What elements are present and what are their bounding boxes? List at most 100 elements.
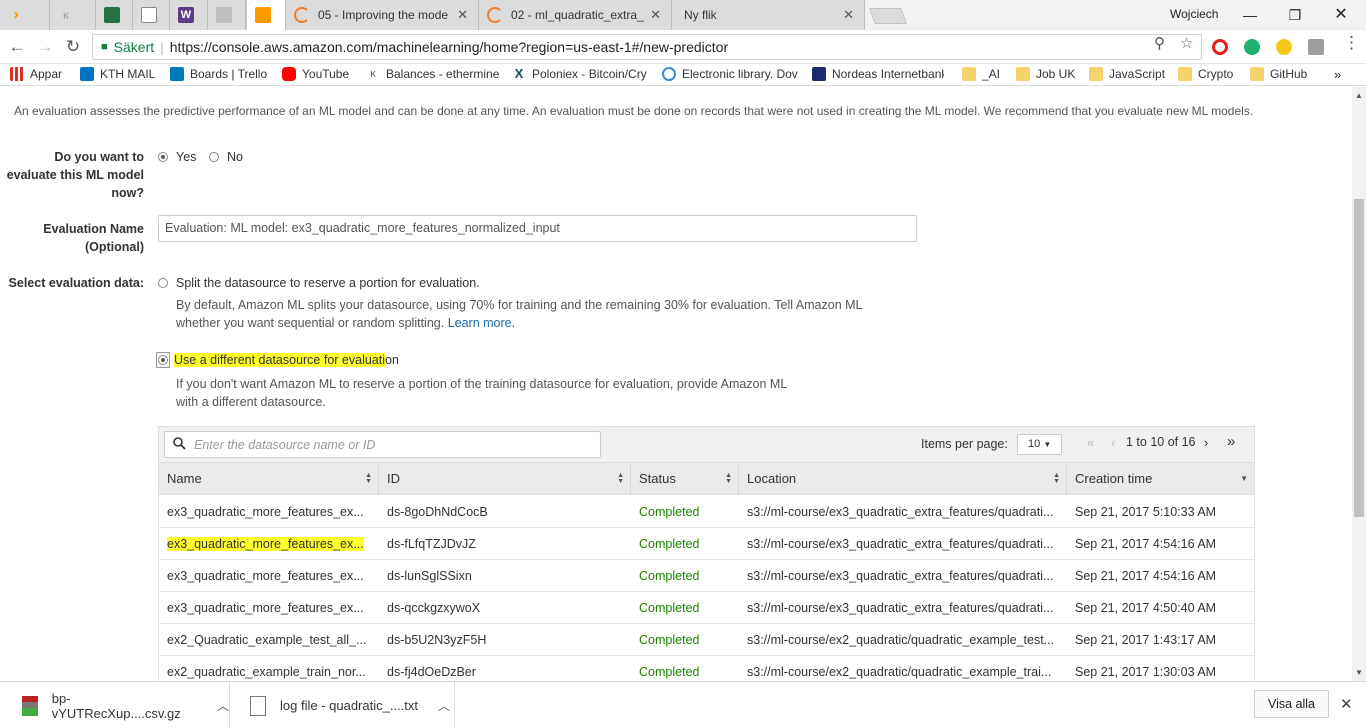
- table-row[interactable]: ex3_quadratic_more_features_ex... ds-fLfq…: [159, 528, 1254, 560]
- tab-3[interactable]: [133, 0, 170, 30]
- profile-name[interactable]: Wojciech: [1170, 7, 1218, 21]
- bookmark-apps[interactable]: Appar: [10, 67, 62, 81]
- header-creation-time[interactable]: Creation time ▼: [1067, 463, 1254, 495]
- bookmark-folder-ai[interactable]: _AI: [962, 67, 1000, 81]
- bookmark-nordea[interactable]: Nordeas Internetbank: [812, 67, 944, 81]
- datasource-search-input[interactable]: Enter the datasource name or ID: [164, 431, 601, 458]
- secure-label: Säkert: [113, 39, 155, 55]
- learn-more-link[interactable]: Learn more.: [448, 316, 515, 330]
- opera-extension-icon[interactable]: [1212, 39, 1228, 55]
- chevron-up-icon[interactable]: ︿: [438, 697, 450, 714]
- bookmark-star-icon[interactable]: ☆: [1180, 34, 1193, 52]
- tab-6-active[interactable]: [246, 0, 286, 30]
- radio-selected-icon[interactable]: [158, 152, 168, 162]
- split-option-label: Split the datasource to reserve a portio…: [176, 276, 480, 290]
- restore-icon[interactable]: ❐: [1272, 3, 1318, 27]
- search-placeholder: Enter the datasource name or ID: [194, 437, 376, 452]
- radio-icon[interactable]: [209, 152, 219, 162]
- table-row[interactable]: ex3_quadratic_more_features_ex... ds-lunS…: [159, 560, 1254, 592]
- menu-dots-icon[interactable]: ⋮: [1343, 33, 1360, 53]
- bookmark-label: Nordeas Internetbank: [832, 67, 944, 81]
- scroll-down-icon[interactable]: ▼: [1352, 668, 1366, 677]
- split-datasource-radio[interactable]: Split the datasource to reserve a portio…: [158, 276, 480, 290]
- table-row[interactable]: ex2_Quadratic_example_test_all_... ds-b5U…: [159, 624, 1254, 656]
- close-tab-icon[interactable]: ✕: [843, 7, 854, 23]
- back-icon[interactable]: ←: [6, 36, 28, 58]
- close-tab-icon[interactable]: ✕: [650, 7, 661, 23]
- sort-icon[interactable]: ▲ ▼: [617, 472, 624, 485]
- chat-extension-icon[interactable]: [1244, 39, 1260, 55]
- cell-created: Sep 21, 2017 4:50:40 AM: [1067, 592, 1254, 624]
- tab-0[interactable]: ›: [0, 0, 50, 30]
- close-downloads-icon[interactable]: ✕: [1340, 695, 1353, 713]
- name-text: ex3_quadratic_more_features_ex...: [167, 537, 364, 551]
- status-text: Completed: [639, 537, 700, 551]
- show-all-downloads-button[interactable]: Visa alla: [1254, 690, 1329, 718]
- bookmark-label: _AI: [982, 67, 1001, 81]
- last-page-icon[interactable]: »: [1227, 433, 1235, 450]
- header-name[interactable]: Name ▲ ▼: [159, 463, 379, 495]
- mail-extension-icon[interactable]: [1308, 39, 1324, 55]
- download-item[interactable]: log file - quadratic_....txt ︿: [230, 682, 455, 728]
- bookmark-folder-job-uk[interactable]: Job UK: [1016, 67, 1075, 81]
- download-item[interactable]: bp-vYUTRecXup....csv.gz ︿: [0, 682, 230, 728]
- minimize-icon[interactable]: —: [1227, 3, 1273, 27]
- aws-box-icon: [255, 7, 271, 23]
- yes-label: Yes: [176, 150, 197, 164]
- header-location[interactable]: Location ▲ ▼: [739, 463, 1067, 495]
- sort-icon[interactable]: ▲ ▼: [725, 472, 732, 485]
- table-row[interactable]: ex2_quadratic_example_train_nor... ds-fj4…: [159, 656, 1254, 681]
- radio-icon[interactable]: [158, 278, 168, 288]
- bookmark-label: Crypto: [1198, 67, 1234, 81]
- tab-improving-model[interactable]: 05 - Improving the mode ✕: [286, 0, 479, 30]
- cell-created: Sep 21, 2017 1:30:03 AM: [1067, 656, 1254, 681]
- items-per-page-select[interactable]: 10 ▼: [1017, 434, 1062, 455]
- sort-icon[interactable]: ▲ ▼: [365, 472, 372, 485]
- scroll-up-icon[interactable]: ▲: [1352, 91, 1366, 100]
- table-row[interactable]: ex3_quadratic_more_features_ex... ds-qcck…: [159, 592, 1254, 624]
- different-datasource-radio[interactable]: Use a different datasource for evaluatio…: [156, 352, 399, 368]
- zoom-icon[interactable]: ⚲: [1154, 34, 1165, 52]
- first-page-icon[interactable]: «: [1087, 435, 1094, 450]
- bookmark-kth-mail[interactable]: KTH MAIL: [80, 67, 155, 81]
- bookmark-folder-crypto[interactable]: Crypto: [1178, 67, 1233, 81]
- address-bar[interactable]: ■ Säkert | https://console.aws.amazon.co…: [92, 34, 1202, 60]
- close-window-icon[interactable]: ✕: [1318, 3, 1364, 27]
- more-bookmarks-icon[interactable]: »: [1334, 67, 1341, 82]
- close-tab-icon[interactable]: ✕: [457, 7, 468, 23]
- evaluate-no-radio[interactable]: No: [209, 150, 243, 164]
- weather-extension-icon[interactable]: [1276, 39, 1292, 55]
- bookmark-trello[interactable]: Boards | Trello: [170, 67, 267, 81]
- tab-5[interactable]: [208, 0, 246, 30]
- evaluate-yes-radio[interactable]: Yes: [158, 150, 196, 164]
- sort-desc-icon[interactable]: ▼: [1240, 475, 1248, 483]
- new-tab-button[interactable]: [869, 8, 907, 24]
- tab-ml-quadratic[interactable]: 02 - ml_quadratic_extra_ ✕: [479, 0, 672, 30]
- bookmark-poloniex[interactable]: X Poloniex - Bitcoin/Cry: [512, 67, 647, 82]
- header-status[interactable]: Status ▲ ▼: [631, 463, 739, 495]
- next-page-icon[interactable]: ›: [1204, 435, 1208, 450]
- bookmark-youtube[interactable]: YouTube: [282, 67, 349, 81]
- page-scrollbar[interactable]: ▲ ▼: [1352, 87, 1366, 681]
- header-id[interactable]: ID ▲ ▼: [379, 463, 631, 495]
- bookmark-electronic-library[interactable]: Electronic library. Dov: [662, 67, 798, 81]
- prev-page-icon[interactable]: ‹: [1111, 435, 1115, 450]
- table-row[interactable]: ex3_quadratic_more_features_ex... ds-8goD…: [159, 496, 1254, 528]
- scrollbar-thumb[interactable]: [1354, 199, 1364, 517]
- bookmark-folder-github[interactable]: GitHub: [1250, 67, 1307, 81]
- tab-1[interactable]: ĸ: [50, 0, 96, 30]
- sort-icon[interactable]: ▲ ▼: [1053, 472, 1060, 485]
- bookmark-ethermine[interactable]: ĸ Balances - ethermine: [366, 67, 499, 81]
- bookmark-folder-javascript[interactable]: JavaScript: [1089, 67, 1165, 81]
- forward-icon[interactable]: →: [34, 36, 56, 58]
- tab-4[interactable]: W: [170, 0, 208, 30]
- tab-new[interactable]: Ny flik ✕: [672, 0, 865, 30]
- reload-icon[interactable]: ↻: [62, 36, 84, 58]
- created-text: Sep 21, 2017 1:43:17 AM: [1075, 633, 1217, 647]
- radio-selected-icon[interactable]: [158, 355, 168, 365]
- chevron-up-icon[interactable]: ︿: [217, 697, 229, 714]
- tab-2[interactable]: [96, 0, 133, 30]
- cell-location: s3://ml-course/ex2_quadratic/quadratic_e…: [739, 656, 1067, 681]
- folder-icon: [1089, 67, 1103, 81]
- evaluation-name-input[interactable]: Evaluation: ML model: ex3_quadratic_more…: [158, 215, 917, 242]
